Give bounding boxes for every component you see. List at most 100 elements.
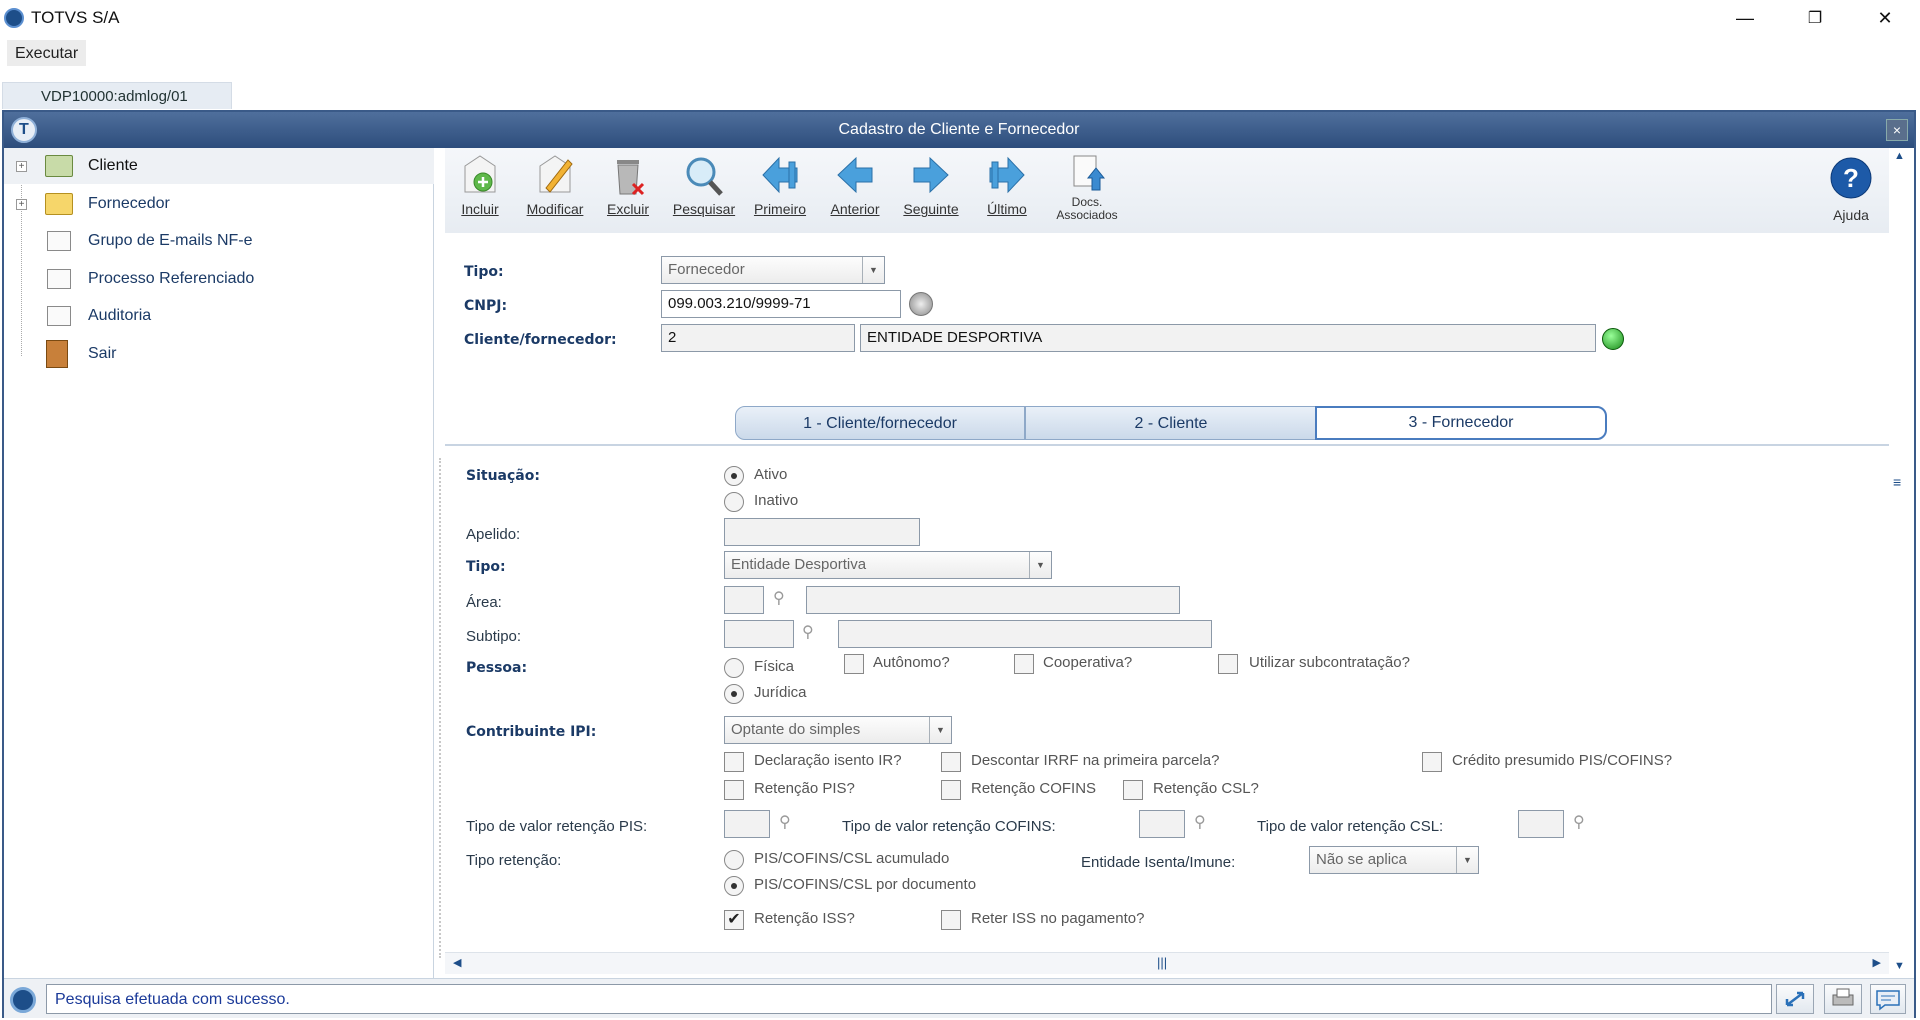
tipo-retencao-label: Tipo retenção: (466, 852, 562, 869)
cnpj-lookup-icon[interactable] (909, 292, 933, 316)
modificar-label: Modificar (526, 201, 584, 217)
inativo-label: Inativo (754, 492, 799, 509)
cliente-name-input: ENTIDADE DESPORTIVA (860, 324, 1596, 352)
session-tab[interactable]: VDP10000:admlog/01 (2, 82, 232, 109)
juridica-label: Jurídica (754, 684, 807, 701)
docs-associados-button[interactable]: Docs. Associados (1047, 152, 1127, 232)
por-documento-radio[interactable] (724, 876, 744, 896)
tipo-valor-csl-search-icon[interactable]: ⚲ (1573, 812, 1595, 834)
credito-presumido-label: Crédito presumido PIS/COFINS? (1452, 752, 1673, 769)
reter-iss-pagamento-checkbox[interactable] (941, 910, 961, 930)
sidebar-item-auditoria[interactable]: Auditoria (4, 298, 434, 334)
cnpj-input[interactable]: 099.003.210/9999-71 (661, 290, 901, 318)
trash-icon (617, 160, 645, 196)
sidebar-item-fornecedor[interactable]: + Fornecedor (4, 186, 434, 222)
expand-icon[interactable]: + (16, 198, 27, 210)
frame-close-button[interactable]: × (1886, 119, 1908, 141)
ajuda-button[interactable]: ? Ajuda (1821, 156, 1881, 223)
close-window-button[interactable]: ✕ (1850, 0, 1920, 36)
menu-executar[interactable]: Executar (7, 40, 87, 66)
seguinte-button[interactable]: Seguinte (896, 152, 966, 232)
expand-icon[interactable]: + (16, 160, 27, 172)
window-title: TOTVS S/A (31, 8, 120, 27)
retencao-pis-checkbox[interactable] (724, 780, 744, 800)
contribuinte-ipi-label: Contribuinte IPI: (466, 724, 597, 740)
menu-bar: Executar (0, 38, 1920, 68)
sidebar-item-grupo-emails[interactable]: Grupo de E-mails NF-e (4, 223, 434, 259)
sidebar-item-processo[interactable]: Processo Referenciado (4, 261, 434, 297)
subcontratacao-checkbox[interactable] (1218, 654, 1238, 674)
fisica-radio[interactable] (724, 658, 744, 678)
ativo-radio[interactable] (724, 466, 744, 486)
inativo-radio[interactable] (724, 492, 744, 512)
primeiro-button[interactable]: Primeiro (745, 152, 815, 232)
scroll-down-icon[interactable]: ▼ (1894, 960, 1905, 972)
entidade-isenta-value: Não se aplica (1316, 851, 1407, 868)
scroll-up-icon[interactable]: ▲ (1894, 150, 1905, 162)
scroll-thumb-grip-icon[interactable]: ||| (1157, 955, 1167, 970)
tab-fornecedor[interactable]: 3 - Fornecedor (1315, 406, 1607, 440)
area-search-icon[interactable]: ⚲ (773, 588, 795, 610)
retencao-csl-checkbox[interactable] (1123, 780, 1143, 800)
area-code-input[interactable] (724, 586, 764, 614)
add-document-icon (464, 155, 496, 193)
messages-button[interactable] (1870, 984, 1906, 1014)
docs-label-line2: Associados (1056, 208, 1118, 222)
subtipo-search-icon[interactable]: ⚲ (802, 622, 824, 644)
tab-cliente[interactable]: 2 - Cliente (1025, 406, 1317, 440)
main-frame: Cadastro de Cliente e Fornecedor × + Cli… (2, 110, 1916, 1018)
por-documento-label: PIS/COFINS/CSL por documento (754, 876, 977, 893)
vertical-scrollbar[interactable]: ▲ ≡ ▼ (1889, 148, 1911, 978)
restore-button[interactable]: ❐ (1780, 0, 1850, 36)
declaracao-isento-checkbox[interactable] (724, 752, 744, 772)
credito-presumido-checkbox[interactable] (1422, 752, 1442, 772)
scroll-left-icon[interactable]: ◀ (453, 956, 461, 969)
scroll-thumb-grip-icon[interactable]: ≡ (1893, 474, 1901, 490)
modificar-button[interactable]: Modificar (520, 152, 590, 232)
pesquisar-label: Pesquisar (672, 201, 736, 217)
minimize-button[interactable]: — (1710, 0, 1780, 36)
excluir-button[interactable]: Excluir (593, 152, 663, 232)
retencao-iss-checkbox[interactable]: ✔ (724, 910, 744, 930)
subtipo-code-input[interactable] (724, 620, 794, 648)
retencao-cofins-label: Retenção COFINS (971, 780, 1097, 797)
tipo-valor-pis-input[interactable] (724, 810, 770, 838)
acumulado-radio[interactable] (724, 850, 744, 870)
tipo-valor-csl-input[interactable] (1518, 810, 1564, 838)
scroll-right-icon[interactable]: ▶ (1873, 956, 1881, 969)
cooperativa-checkbox[interactable] (1014, 654, 1034, 674)
juridica-radio[interactable] (724, 684, 744, 704)
printer-icon (1832, 988, 1854, 1006)
pesquisar-button[interactable]: Pesquisar (669, 152, 739, 232)
tipo-valor-pis-search-icon[interactable]: ⚲ (779, 812, 801, 834)
sidebar-item-label: Sair (88, 345, 117, 362)
resize-button[interactable] (1776, 984, 1814, 1014)
panel-splitter[interactable] (439, 458, 441, 958)
tipo-select[interactable]: Fornecedor ▼ (661, 256, 885, 284)
anterior-button[interactable]: Anterior (820, 152, 890, 232)
ultimo-button[interactable]: Último (972, 152, 1042, 232)
autonomo-checkbox[interactable] (844, 654, 864, 674)
print-button[interactable] (1824, 984, 1862, 1014)
entidade-isenta-select[interactable]: Não se aplica ▼ (1309, 846, 1479, 874)
apelido-input[interactable] (724, 518, 920, 546)
contribuinte-ipi-select[interactable]: Optante do simples ▼ (724, 716, 952, 744)
sidebar-item-cliente[interactable]: + Cliente (4, 148, 434, 184)
tab-bar: 1 - Cliente/fornecedor 2 - Cliente 3 - F… (445, 406, 1889, 446)
tipo-valor-cofins-search-icon[interactable]: ⚲ (1194, 812, 1216, 834)
cliente-code-input[interactable]: 2 (661, 324, 855, 352)
tipo-valor-cofins-input[interactable] (1139, 810, 1185, 838)
last-record-icon (989, 156, 1025, 194)
retencao-cofins-checkbox[interactable] (941, 780, 961, 800)
horizontal-scrollbar[interactable]: ◀ ||| ▶ (445, 952, 1889, 974)
frame-title: Cadastro de Cliente e Fornecedor (838, 121, 1080, 138)
panel-tipo-select[interactable]: Entidade Desportiva ▼ (724, 551, 1052, 579)
incluir-button[interactable]: Incluir (445, 152, 515, 232)
help-icon: ? (1830, 157, 1872, 199)
documents-upload-icon (1073, 155, 1106, 191)
sidebar-item-sair[interactable]: Sair (4, 336, 434, 372)
tab-cliente-fornecedor[interactable]: 1 - Cliente/fornecedor (735, 406, 1025, 440)
entidade-isenta-label: Entidade Isenta/Imune: (1081, 854, 1236, 871)
document-icon (47, 231, 71, 251)
descontar-irrf-checkbox[interactable] (941, 752, 961, 772)
